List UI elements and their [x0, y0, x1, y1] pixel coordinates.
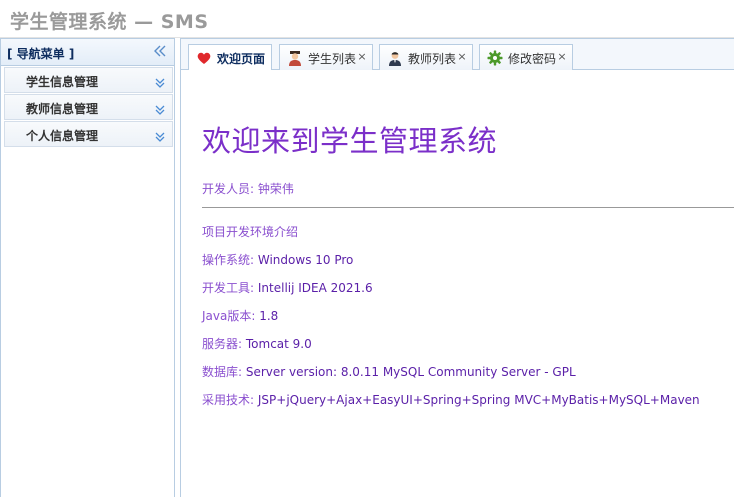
env-value: 1.8: [259, 309, 279, 323]
tab-label: 修改密码: [508, 52, 557, 66]
env-value: Tomcat 9.0: [245, 337, 312, 351]
env-label: 开发工具:: [202, 281, 255, 295]
close-icon[interactable]: ×: [357, 51, 367, 63]
close-icon[interactable]: ×: [557, 51, 567, 63]
env-row-database: 数据库: Server version: 8.0.11 MySQL Commun…: [202, 363, 576, 380]
env-row-ide: 开发工具: Intellij IDEA 2021.6: [202, 279, 373, 296]
sidebar-header: [ 导航菜单 ]: [1, 38, 174, 66]
env-label: 服务器:: [202, 337, 243, 351]
env-heading: 项目开发环境介绍: [202, 225, 299, 239]
expand-down-icon[interactable]: [154, 101, 166, 115]
sidebar-item-label: 教师信息管理: [26, 102, 99, 116]
tab-change-password[interactable]: 修改密码 ×: [479, 44, 573, 70]
tab-teacher-list[interactable]: 教师列表 ×: [379, 44, 473, 70]
sidebar-item-student-info[interactable]: 学生信息管理: [4, 67, 173, 93]
teacher-icon: [387, 50, 403, 66]
env-row-tech: 采用技术: JSP+jQuery+Ajax+EasyUI+Spring+Spri…: [202, 391, 700, 408]
gear-icon: [487, 50, 503, 66]
student-icon: [287, 50, 303, 66]
sidebar-item-label: 学生信息管理: [26, 75, 99, 89]
sidebar-item-label: 个人信息管理: [26, 129, 99, 143]
expand-down-icon[interactable]: [154, 74, 166, 88]
tab-label: 欢迎页面: [217, 52, 266, 66]
env-value: Intellij IDEA 2021.6: [257, 281, 373, 295]
env-value: Windows 10 Pro: [257, 253, 354, 267]
expand-down-icon[interactable]: [154, 128, 166, 142]
tab-welcome[interactable]: 欢迎页面: [188, 44, 272, 71]
env-row-os: 操作系统: Windows 10 Pro: [202, 251, 353, 268]
navigation-sidebar: [ 导航菜单 ] 学生信息管理 教师信息管理 个人信息管理: [0, 38, 175, 497]
env-value: Server version: 8.0.11 MySQL Community S…: [245, 365, 576, 379]
app-title: 学生管理系统 — SMS: [10, 11, 209, 33]
developer-value: 钟荣伟: [257, 182, 294, 196]
close-icon[interactable]: ×: [457, 51, 467, 63]
env-row-server: 服务器: Tomcat 9.0: [202, 335, 312, 352]
env-label: 采用技术:: [202, 393, 255, 407]
tab-bar: 欢迎页面 学生列表 × 教师列表 × 修改密码 ×: [181, 39, 734, 71]
developer-line: 开发人员: 钟荣伟: [202, 180, 294, 197]
top-header: 学生管理系统 — SMS: [0, 0, 734, 38]
sidebar-item-personal-info[interactable]: 个人信息管理: [4, 121, 173, 147]
tab-label: 教师列表: [408, 52, 457, 66]
sidebar-item-teacher-info[interactable]: 教师信息管理: [4, 94, 173, 120]
main-panel: 欢迎页面 学生列表 × 教师列表 × 修改密码 × 欢迎来到学生管理系统 开发人…: [180, 38, 734, 498]
welcome-heading: 欢迎来到学生管理系统: [202, 124, 498, 158]
env-value: JSP+jQuery+Ajax+EasyUI+Spring+Spring MVC…: [257, 393, 700, 407]
collapse-left-icon[interactable]: [152, 43, 168, 59]
tab-label: 学生列表: [308, 52, 357, 66]
welcome-content: 欢迎来到学生管理系统 开发人员: 钟荣伟 项目开发环境介绍 操作系统: Wind…: [181, 70, 734, 498]
env-label: 操作系统:: [202, 253, 255, 267]
divider: [202, 207, 734, 208]
sidebar-title: [ 导航菜单 ]: [7, 47, 75, 61]
developer-label: 开发人员:: [202, 182, 255, 196]
tab-student-list[interactable]: 学生列表 ×: [279, 44, 373, 70]
env-label: 数据库:: [202, 365, 243, 379]
env-label: Java版本:: [202, 309, 256, 323]
heart-icon: [196, 50, 212, 66]
env-row-java: Java版本: 1.8: [202, 307, 278, 324]
